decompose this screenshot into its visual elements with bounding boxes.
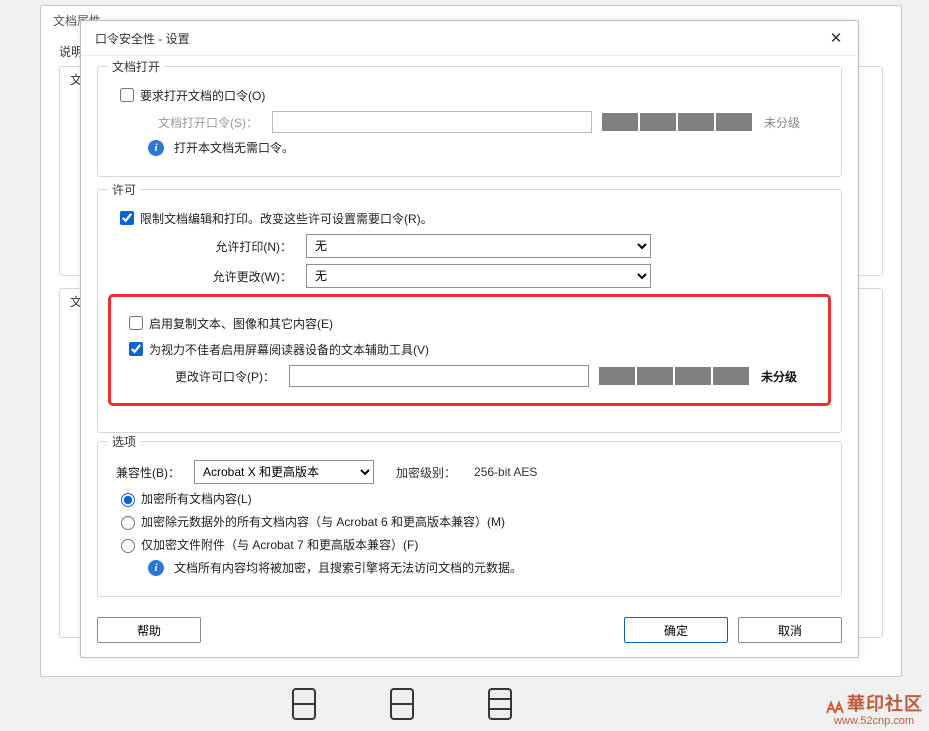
open-password-strength-text: 未分级: [764, 114, 800, 131]
perm-password-strength-meter: [599, 367, 749, 385]
restrict-editing-checkbox[interactable]: [120, 211, 134, 225]
allow-print-select[interactable]: 无: [306, 234, 651, 258]
dialog-title: 口令安全性 - 设置: [95, 30, 190, 47]
open-password-strength-meter: [602, 113, 752, 131]
change-perm-password-input[interactable]: [289, 365, 589, 387]
open-info-text: 打开本文档无需口令。: [174, 139, 294, 156]
open-password-input: [272, 111, 592, 133]
allow-change-label: 允许更改(W)：: [202, 268, 292, 285]
encryption-level-label: 加密级别：: [396, 464, 456, 481]
section-permissions: 许可 限制文档编辑和打印。改变这些许可设置需要口令(R)。 允许打印(N)： 无…: [97, 189, 842, 433]
open-password-label: 文档打开口令(S)：: [148, 114, 258, 131]
perm-password-strength-text: 未分级: [761, 368, 797, 385]
glyph-icon: [290, 687, 318, 721]
watermark-icon: [825, 695, 845, 715]
options-info-text: 文档所有内容均将被加密，且搜索引擎将无法访问文档的元数据。: [174, 559, 522, 576]
enable-copy-checkbox[interactable]: [129, 316, 143, 330]
encrypt-attachments-radio[interactable]: [121, 539, 135, 553]
encrypt-all-radio[interactable]: [121, 493, 135, 507]
watermark-url: www.52cnp.com: [825, 715, 923, 727]
decorative-glyphs: [290, 687, 514, 721]
encrypt-except-meta-label: 加密除元数据外的所有文档内容（与 Acrobat 6 和更高版本兼容）(M): [141, 513, 505, 530]
ok-button[interactable]: 确定: [624, 617, 728, 643]
change-perm-password-label: 更改许可口令(P)：: [157, 368, 275, 385]
compatibility-select[interactable]: Acrobat X 和更高版本: [194, 460, 374, 484]
glyph-icon: [486, 687, 514, 721]
encrypt-except-meta-radio[interactable]: [121, 516, 135, 530]
encrypt-all-label: 加密所有文档内容(L): [141, 490, 252, 507]
watermark-cn: 華印社区: [847, 695, 923, 715]
watermark: 華印社区 www.52cnp.com: [825, 695, 923, 727]
enable-screen-reader-checkbox[interactable]: [129, 342, 143, 356]
cancel-button[interactable]: 取消: [738, 617, 842, 643]
encrypt-attachments-label: 仅加密文件附件（与 Acrobat 7 和更高版本兼容）(F): [141, 536, 418, 553]
require-open-password-checkbox[interactable]: [120, 88, 134, 102]
close-button[interactable]: ✕: [822, 27, 850, 49]
dialog-footer: 帮助 确定 取消: [81, 611, 858, 657]
enable-screen-reader-label: 为视力不佳者启用屏幕阅读器设备的文本辅助工具(V): [149, 341, 429, 358]
info-icon: i: [148, 140, 164, 156]
info-icon: i: [148, 560, 164, 576]
help-button[interactable]: 帮助: [97, 617, 201, 643]
section-options: 选项 兼容性(B)： Acrobat X 和更高版本 加密级别： 256-bit…: [97, 441, 842, 597]
password-security-dialog: 口令安全性 - 设置 ✕ 文档打开 要求打开文档的口令(O) 文档打开口令(S)…: [80, 20, 859, 658]
encryption-level-value: 256-bit AES: [474, 465, 537, 479]
close-icon: ✕: [830, 29, 843, 47]
restrict-editing-label: 限制文档编辑和打印。改变这些许可设置需要口令(R)。: [140, 210, 433, 227]
section-opts-legend: 选项: [108, 433, 140, 450]
highlighted-region: 启用复制文本、图像和其它内容(E) 为视力不佳者启用屏幕阅读器设备的文本辅助工具…: [108, 294, 831, 406]
allow-change-select[interactable]: 无: [306, 264, 651, 288]
section-open-legend: 文档打开: [108, 58, 164, 75]
require-open-password-label: 要求打开文档的口令(O): [140, 87, 265, 104]
titlebar: 口令安全性 - 设置 ✕: [81, 21, 858, 56]
compat-label: 兼容性(B)：: [116, 464, 180, 481]
section-perm-legend: 许可: [108, 181, 140, 198]
enable-copy-label: 启用复制文本、图像和其它内容(E): [149, 315, 333, 332]
allow-print-label: 允许打印(N)：: [202, 238, 292, 255]
glyph-icon: [388, 687, 416, 721]
section-document-open: 文档打开 要求打开文档的口令(O) 文档打开口令(S)： 未分级 i 打开本文档…: [97, 66, 842, 177]
